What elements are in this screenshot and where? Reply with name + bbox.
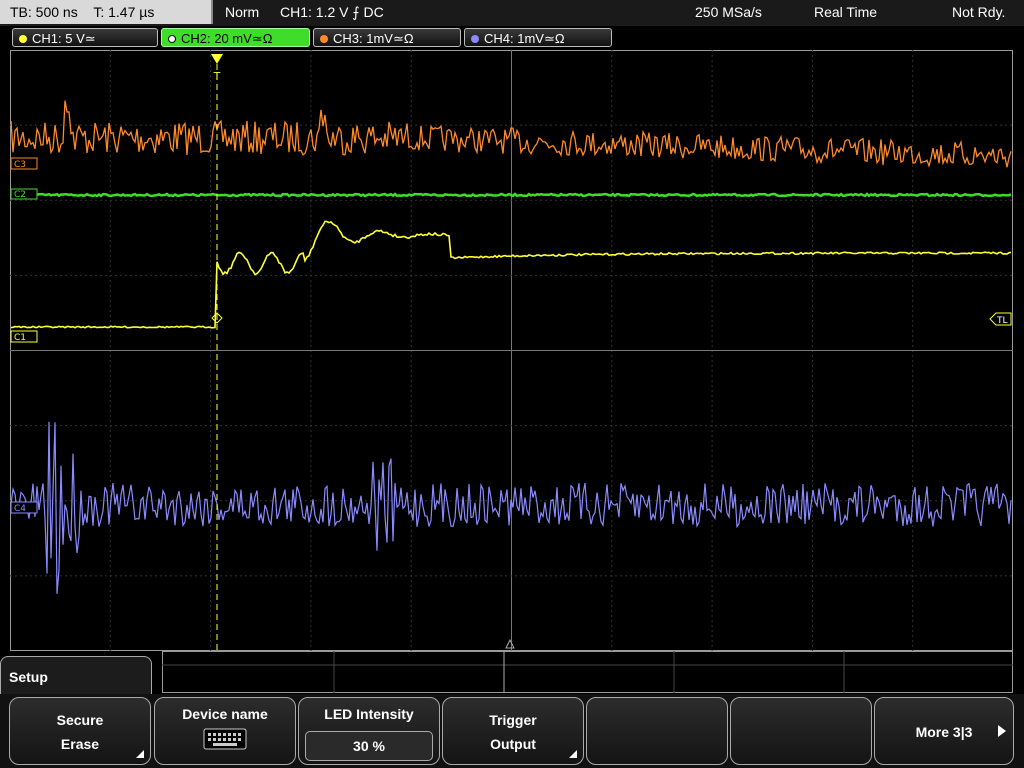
empty-softkey-6[interactable] [730,697,872,765]
setup-label: Setup [9,669,48,685]
run-status-label: Not Rdy. [952,4,1006,20]
secure-erase-button[interactable]: Secure Erase [9,697,151,765]
more-label: More 3|3 [915,724,973,740]
submenu-corner-icon [569,750,577,758]
waveform-display[interactable]: T C3 C2 C1 C4 TL [10,50,1013,651]
submenu-corner-icon [136,750,144,758]
zoom-overview-panel [162,651,1013,693]
ch3-label: CH3: 1mV≃Ω [333,31,414,46]
tab-ch1[interactable]: CH1: 5 V≃ [12,28,158,47]
ch4-marker[interactable]: C4 [10,501,38,514]
ch4-label: CH4: 1mV≃Ω [484,31,565,46]
ch1-label: CH1: 5 V≃ [32,31,96,46]
ch3-color-dot [320,35,328,43]
tab-ch2[interactable]: CH2: 20 mV≃Ω [161,28,310,47]
keyboard-icon [203,728,247,750]
trigger-source-label[interactable]: CH1: 1.2 V ⨍ DC [280,0,384,24]
ch1-marker[interactable]: C1 [10,330,38,343]
sample-rate-label: 250 MSa/s [695,4,762,20]
ch3-marker-label: C3 [14,160,26,170]
device-name-label: Device name [182,706,268,722]
ch1-marker-label: C1 [14,333,26,343]
trigger-output-label-2: Output [490,736,536,752]
secure-erase-label-1: Secure [56,712,104,728]
ch4-color-dot [471,35,479,43]
trigger-time-label: T: 1.47 µs [93,4,155,20]
led-intensity-label: LED Intensity [324,706,414,722]
timebase-box[interactable]: TB: 500 ns T: 1.47 µs [0,0,213,24]
trigger-mode-label[interactable]: Norm [225,0,259,24]
trigger-output-label-1: Trigger [489,712,537,728]
trigger-output-button[interactable]: Trigger Output [442,697,584,765]
next-page-icon [998,725,1006,737]
status-bar: TB: 500 ns T: 1.47 µs Norm CH1: 1.2 V ⨍ … [0,0,1024,26]
empty-softkey-5[interactable] [586,697,728,765]
led-intensity-button[interactable]: LED Intensity 30 % [298,697,440,765]
acquisition-mode-label: Real Time [814,4,878,20]
ch3-marker[interactable]: C3 [10,157,38,170]
more-button[interactable]: More 3|3 [874,697,1014,765]
device-name-button[interactable]: Device name [154,697,296,765]
ch2-marker[interactable]: C2 [10,188,38,200]
led-intensity-value[interactable]: 30 % [305,731,433,761]
menu-title-setup[interactable]: Setup [0,656,152,696]
secure-erase-label-2: Erase [60,736,100,752]
trigger-position-label: T [213,70,221,83]
timebase-label: TB: 500 ns [10,4,78,20]
ch2-color-dot [168,35,176,43]
ch4-marker-label: C4 [14,504,26,514]
ch1-color-dot [19,35,27,43]
tab-ch3[interactable]: CH3: 1mV≃Ω [313,28,461,47]
tab-ch4[interactable]: CH4: 1mV≃Ω [464,28,612,47]
ch2-label: CH2: 20 mV≃Ω [181,31,273,46]
ch2-marker-label: C2 [14,190,26,200]
trigger-level-label: TL [996,316,1008,326]
